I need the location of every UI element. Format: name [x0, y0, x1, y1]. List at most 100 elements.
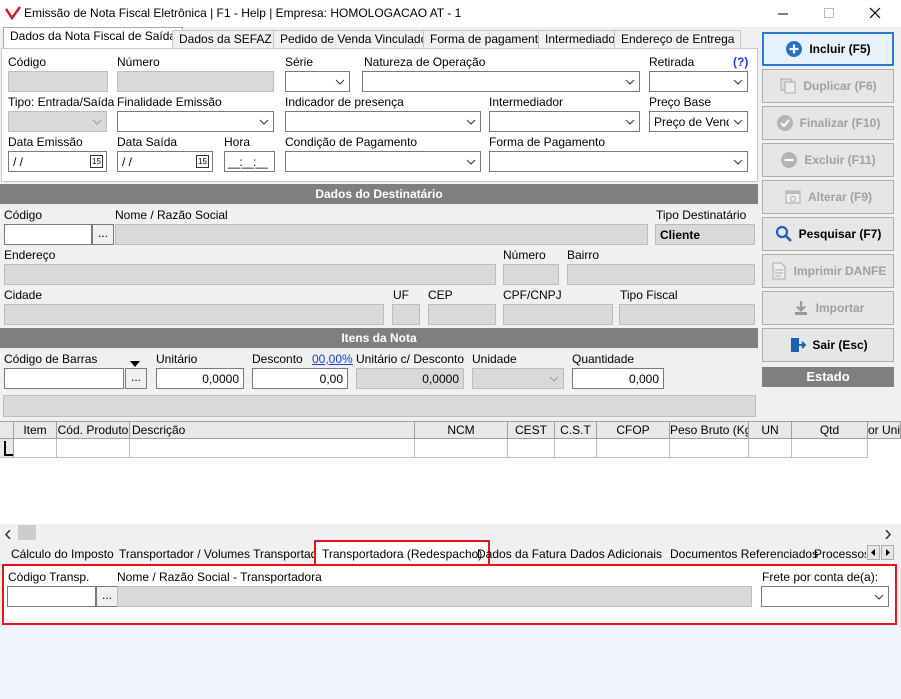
data-saida-field[interactable]: / / 15 — [117, 151, 213, 172]
serie-select[interactable] — [285, 71, 350, 92]
dest-nome-field[interactable] — [115, 224, 648, 245]
nome-transp-label: Nome / Razão Social - Transportadora — [117, 570, 322, 584]
tab-calculo-imposto[interactable]: Cálculo do Imposto — [5, 544, 120, 564]
pesquisar-label: Pesquisar (F7) — [798, 227, 882, 241]
imprimir-button[interactable]: Imprimir DANFE — [762, 254, 894, 288]
chevron-down-icon — [870, 588, 887, 605]
pesquisar-button[interactable]: Pesquisar (F7) — [762, 217, 894, 251]
sair-button[interactable]: Sair (Esc) — [762, 328, 894, 362]
col-qtd[interactable]: Qtd — [792, 422, 868, 439]
numero-dest-field[interactable] — [503, 264, 559, 285]
data-emissao-field[interactable]: / / 15 — [8, 151, 107, 172]
tab-documentos-referenciados[interactable]: Documentos Referenciados — [664, 544, 824, 564]
col-cest[interactable]: CEST — [508, 422, 555, 439]
quantidade-field[interactable]: 0,000 — [572, 368, 664, 389]
bairro-field[interactable] — [567, 264, 755, 285]
help-link[interactable]: (?) — [733, 55, 748, 69]
alterar-button[interactable]: Alterar (F9) — [762, 180, 894, 214]
tab-dados-nota[interactable]: Dados da Nota Fiscal de Saída — [3, 27, 184, 49]
maximize-icon[interactable] — [822, 6, 836, 20]
minimize-icon[interactable] — [776, 6, 790, 20]
grid-row-lines — [596, 439, 597, 457]
hora-field[interactable]: __:__:__ — [224, 151, 275, 172]
frete-label: Frete por conta de(a): — [762, 570, 879, 584]
dest-codigo-field[interactable] — [4, 224, 92, 245]
importar-button[interactable]: Importar — [762, 291, 894, 325]
tab-forma-pagamento[interactable]: Forma de pagamento — [423, 30, 552, 48]
codigo-label: Código — [8, 55, 47, 69]
tipo-label: Tipo: Entrada/Saída — [8, 95, 115, 109]
horizontal-scrollbar[interactable] — [0, 524, 901, 541]
tab-scroll-right-icon[interactable] — [881, 545, 894, 560]
barras-search-button[interactable]: ... — [125, 368, 147, 389]
table-row[interactable] — [0, 439, 868, 458]
col-cod-produto[interactable]: Cód. Produto — [57, 422, 130, 439]
natureza-label: Natureza de Operação — [364, 55, 486, 69]
cpf-field[interactable] — [503, 304, 613, 325]
grid-row-lines — [414, 439, 415, 457]
finalidade-select[interactable] — [117, 111, 274, 132]
tab-intermediador[interactable]: Intermediador — [538, 30, 627, 48]
tab-endereco-entrega[interactable]: Endereço de Entrega — [614, 30, 742, 48]
col-ncm[interactable]: NCM — [415, 422, 508, 439]
indicador-label: Indicador de presença — [285, 95, 404, 109]
excluir-button[interactable]: Excluir (F11) — [762, 143, 894, 177]
close-icon[interactable] — [868, 6, 882, 20]
uf-field[interactable] — [392, 304, 420, 325]
col-cst[interactable]: C.S.T — [555, 422, 597, 439]
col-vlr-uni[interactable]: or Uni — [868, 422, 901, 439]
tab-scroll-left-icon[interactable] — [867, 545, 880, 560]
codigo-transp-label: Código Transp. — [8, 570, 90, 584]
cep-field[interactable] — [428, 304, 496, 325]
endereco-field[interactable] — [4, 264, 496, 285]
unidade-select[interactable] — [472, 368, 564, 389]
tab-dados-fatura[interactable]: Dados da Fatura — [471, 544, 572, 564]
condicao-select[interactable] — [285, 151, 481, 172]
calendar-icon[interactable]: 15 — [196, 155, 209, 168]
dest-search-button[interactable]: ... — [92, 224, 114, 245]
codigo-transp-field[interactable] — [7, 586, 96, 607]
transp-search-button[interactable]: ... — [96, 586, 118, 607]
barras-field[interactable] — [4, 368, 124, 389]
forma-select[interactable] — [489, 151, 748, 172]
incluir-button[interactable]: Incluir (F5) — [762, 32, 894, 66]
forma-label: Forma de Pagamento — [489, 135, 606, 149]
tab-pedido-venda[interactable]: Pedido de Venda Vinculado — [273, 30, 435, 48]
alterar-label: Alterar (F9) — [807, 190, 872, 204]
tab-transportadora-redespacho[interactable]: Transportadora (Redespacho) — [314, 540, 491, 564]
scroll-left-icon[interactable] — [4, 528, 11, 542]
indicador-select[interactable] — [285, 111, 481, 132]
numero-field[interactable] — [117, 71, 274, 92]
excluir-label: Excluir (F11) — [804, 153, 876, 167]
retirada-select[interactable] — [649, 71, 748, 92]
calendar-icon[interactable]: 15 — [90, 155, 103, 168]
tab-processos[interactable]: Processos — [808, 544, 866, 564]
unitario-field[interactable]: 0,0000 — [156, 368, 244, 389]
col-peso-bruto[interactable]: Peso Bruto (Kg) — [670, 422, 749, 439]
scroll-right-icon[interactable] — [885, 528, 892, 542]
natureza-select[interactable] — [362, 71, 640, 92]
grid-corner — [0, 422, 14, 439]
tipo-select[interactable] — [8, 111, 107, 132]
finalizar-button[interactable]: Finalizar (F10) — [762, 106, 894, 140]
frete-select[interactable] — [761, 586, 889, 607]
cidade-field[interactable] — [4, 304, 384, 325]
nome-transp-field[interactable] — [117, 586, 752, 607]
scroll-thumb[interactable] — [18, 525, 36, 540]
col-un[interactable]: UN — [749, 422, 792, 439]
grid-row-lines — [791, 439, 792, 457]
col-descricao[interactable]: Descrição — [130, 422, 415, 439]
desconto-pct-link[interactable]: 00,00% — [312, 352, 353, 366]
codigo-field[interactable] — [8, 71, 108, 92]
desconto-label: Desconto — [252, 352, 303, 366]
desconto-field[interactable]: 0,00 — [252, 368, 348, 389]
intermediador-select[interactable] — [489, 111, 640, 132]
preco-base-select[interactable]: Preço de Venda — [649, 111, 748, 132]
col-item[interactable]: Item — [14, 422, 57, 439]
tipo-fiscal-field[interactable] — [619, 304, 755, 325]
tab-transportador-volumes[interactable]: Transportador / Volumes Transportados — [113, 544, 336, 564]
tab-dados-sefaz[interactable]: Dados da SEFAZ — [172, 30, 279, 48]
tab-dados-adicionais[interactable]: Dados Adicionais — [564, 544, 668, 564]
col-cfop[interactable]: CFOP — [597, 422, 670, 439]
duplicar-button[interactable]: Duplicar (F6) — [762, 69, 894, 103]
